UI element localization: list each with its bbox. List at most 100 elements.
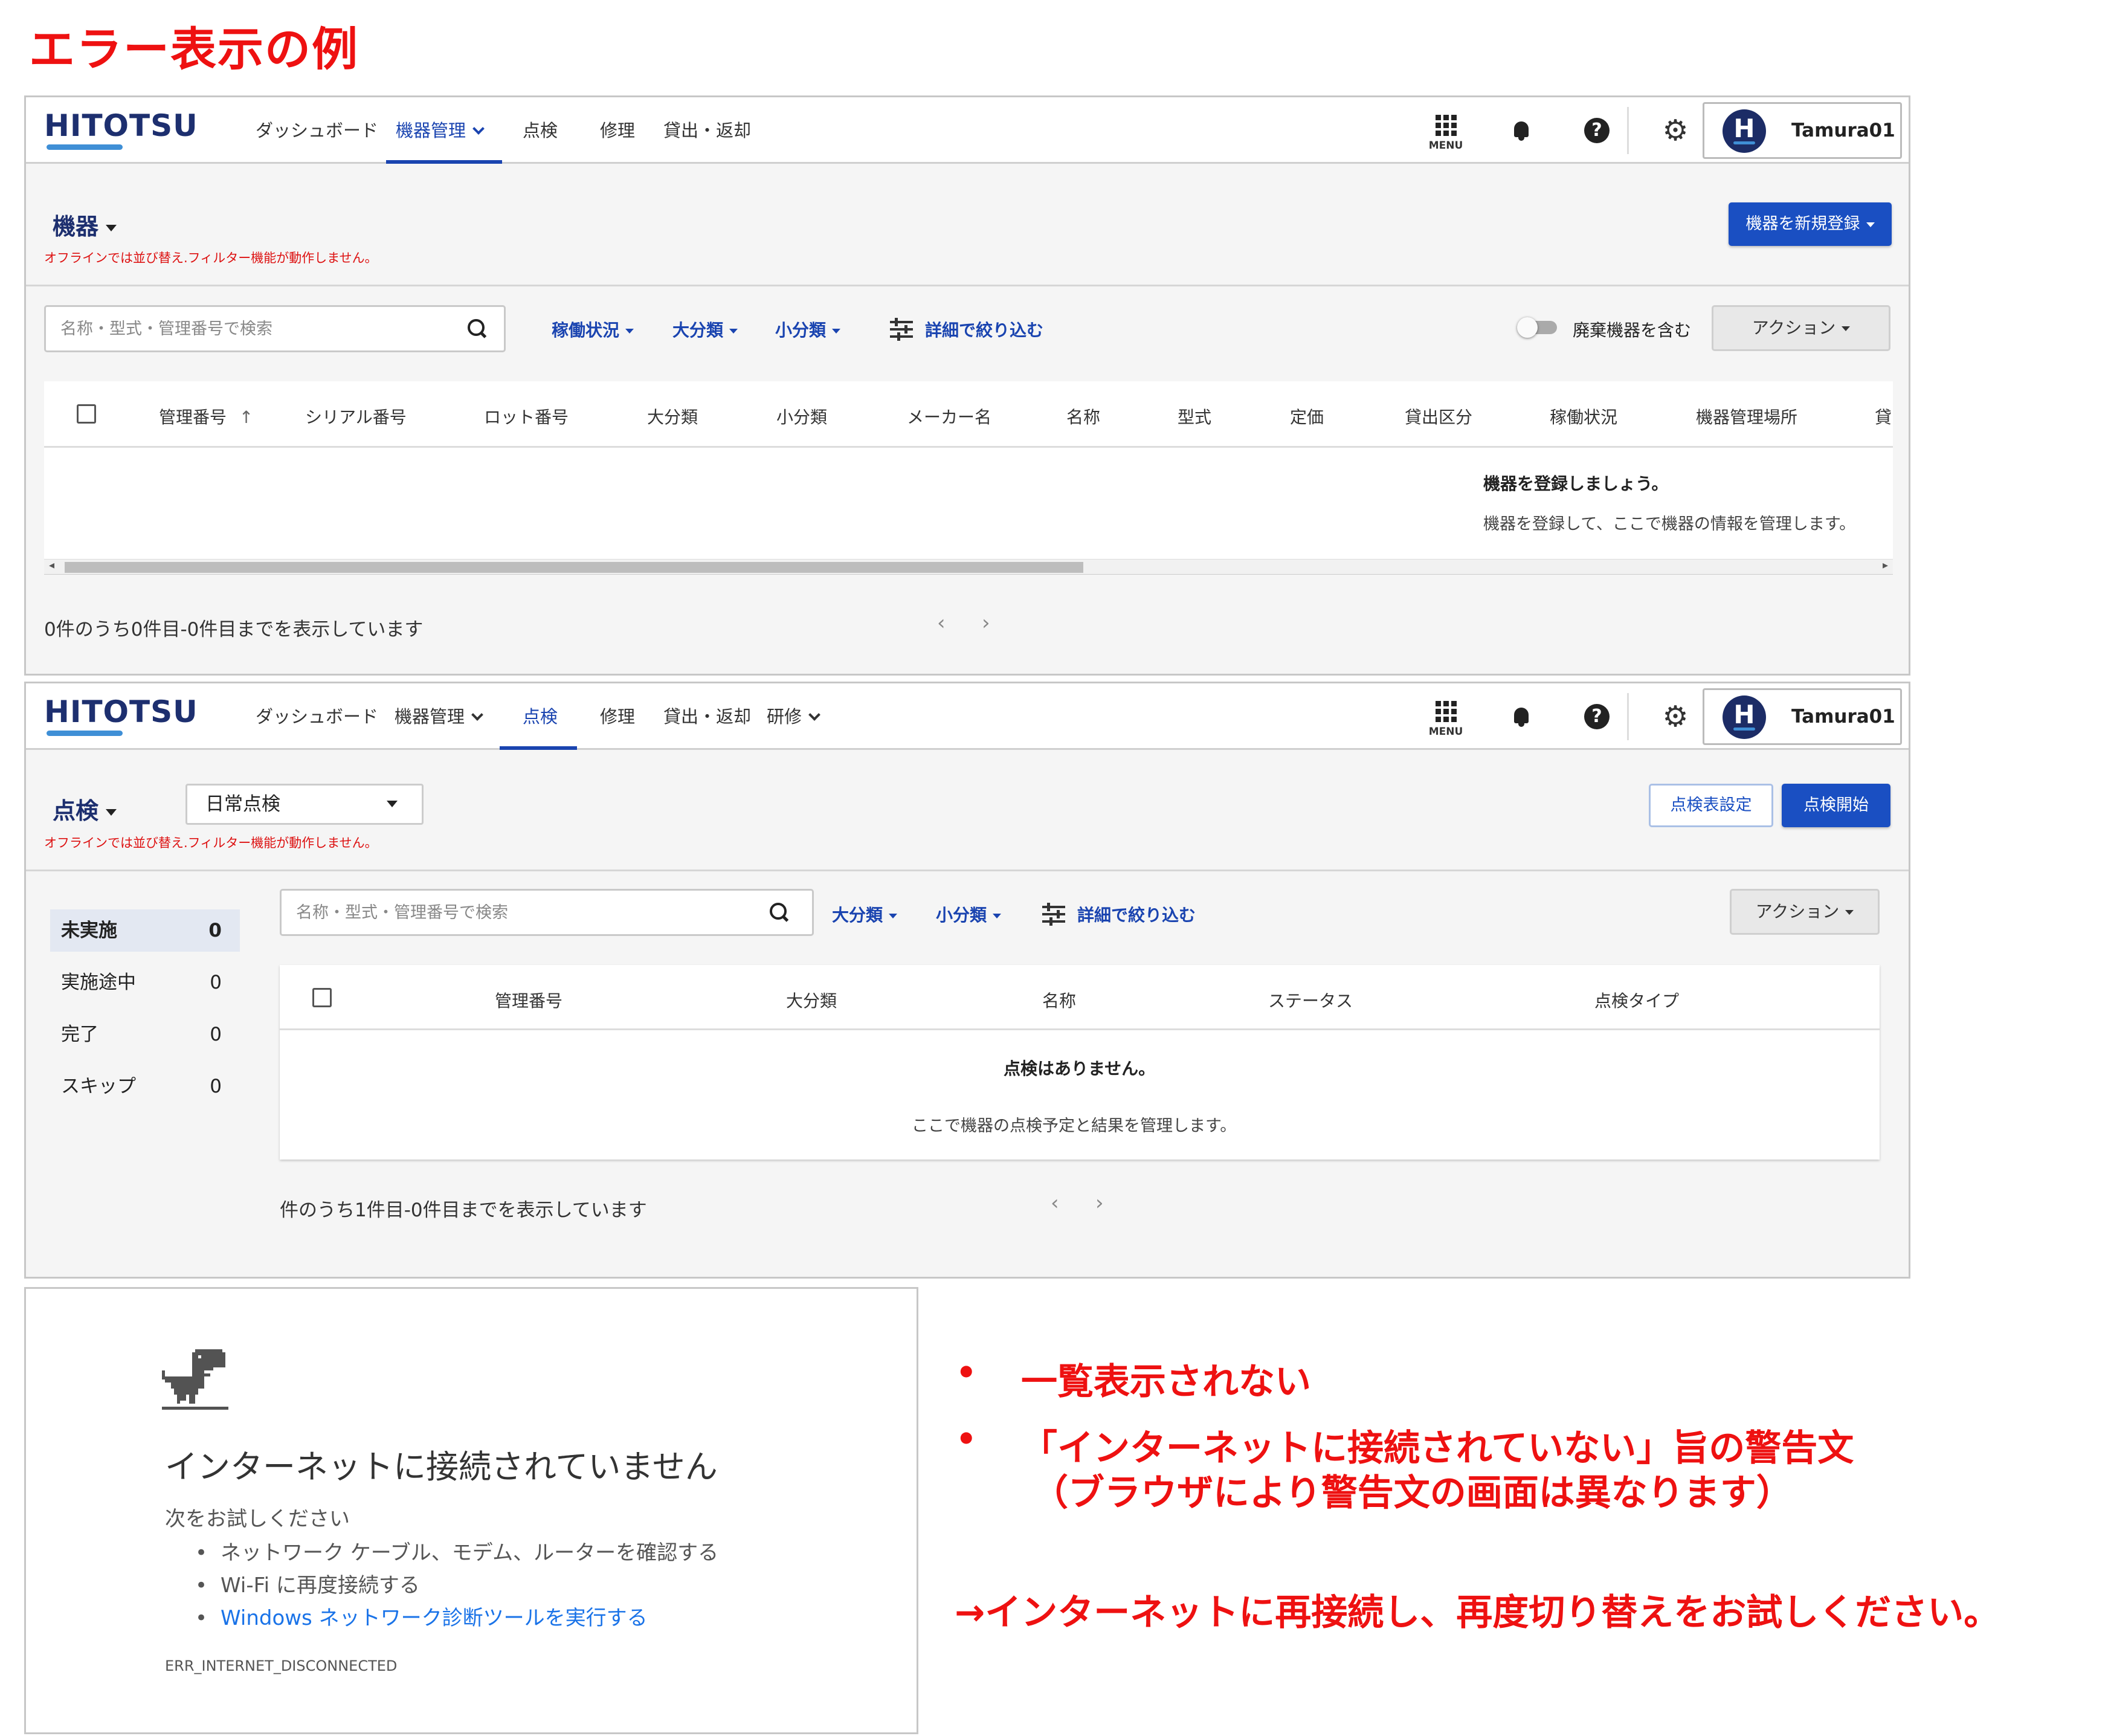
col-list-price[interactable]: 定価: [1290, 404, 1324, 428]
filter-status[interactable]: 稼働状況: [552, 317, 634, 341]
scroll-right-icon[interactable]: ▸: [1883, 559, 1888, 572]
col-status[interactable]: ステータス: [1268, 988, 1353, 1012]
action-button[interactable]: アクション: [1712, 305, 1890, 351]
logo[interactable]: HITOTSU: [44, 108, 198, 143]
col-maker[interactable]: メーカー名: [907, 404, 991, 428]
col-truncated[interactable]: 貸: [1875, 404, 1892, 428]
search-input[interactable]: [296, 891, 721, 934]
search-box[interactable]: [280, 889, 814, 936]
menu-button[interactable]: MENU: [1428, 97, 1464, 164]
prev-page-button[interactable]: ‹: [937, 611, 946, 635]
status-not-started[interactable]: 未実施 0: [50, 909, 240, 952]
offline-error-title: インターネットに接続されていません: [165, 1448, 718, 1486]
col-serial-number[interactable]: シリアル番号: [305, 404, 407, 428]
filter-major-category[interactable]: 大分類: [832, 902, 898, 926]
notifications-button[interactable]: [1503, 97, 1539, 164]
nav-repair[interactable]: 修理: [600, 97, 635, 164]
settings-button[interactable]: ⚙: [1657, 97, 1694, 164]
action-button[interactable]: アクション: [1730, 889, 1880, 935]
status-skipped[interactable]: スキップ 0: [50, 1065, 240, 1108]
col-model[interactable]: 型式: [1178, 404, 1211, 428]
nav-equipment[interactable]: 機器管理: [395, 683, 483, 750]
gear-icon: ⚙: [1662, 700, 1689, 734]
inspection-type-value: 日常点検: [205, 793, 280, 815]
action-label: アクション: [1752, 318, 1836, 338]
filter-minor-category[interactable]: 小分類: [775, 317, 841, 341]
col-inspection-type[interactable]: 点検タイプ: [1594, 988, 1679, 1012]
section-title-text: 機器: [53, 213, 99, 240]
col-major-category[interactable]: 大分類: [647, 404, 698, 428]
select-all-checkbox[interactable]: [77, 404, 96, 424]
bullet: •: [956, 1420, 977, 1458]
nav-inspection[interactable]: 点検: [523, 97, 558, 164]
detail-filter[interactable]: 詳細で絞り込む: [1042, 902, 1196, 926]
status-count: 0: [210, 972, 222, 993]
horizontal-scrollbar[interactable]: ◂ ▸: [44, 559, 1893, 575]
active-tab-indicator: [500, 746, 577, 750]
col-lot-number[interactable]: ロット番号: [484, 404, 569, 428]
register-equipment-label: 機器を新規登録: [1745, 215, 1860, 233]
empty-message: ここで機器の点検予定と結果を管理します。: [912, 1117, 1237, 1135]
status-in-progress[interactable]: 実施途中 0: [50, 961, 240, 1004]
search-input[interactable]: [60, 307, 427, 350]
nav-lending[interactable]: 貸出・返却: [663, 97, 751, 164]
col-name[interactable]: 名称: [1042, 988, 1076, 1012]
nav-lending[interactable]: 貸出・返却: [663, 683, 751, 750]
caret-down-icon: [106, 809, 117, 816]
col-minor-category[interactable]: 小分類: [776, 404, 827, 428]
nav-training[interactable]: 研修: [767, 683, 820, 750]
nav-equipment-label: 機器管理: [395, 706, 465, 727]
nav-repair[interactable]: 修理: [600, 683, 635, 750]
col-lending-type[interactable]: 貸出区分: [1405, 404, 1472, 428]
notifications-button[interactable]: [1503, 683, 1539, 750]
include-disposed-label: 廃棄機器を含む: [1573, 320, 1692, 340]
caret-down-icon: [106, 225, 117, 231]
inspection-sheet-settings-button[interactable]: 点検表設定: [1649, 784, 1773, 827]
include-disposed-toggle[interactable]: [1517, 317, 1559, 338]
help-icon: ?: [1584, 118, 1610, 143]
col-operating-status[interactable]: 稼働状況: [1550, 404, 1617, 428]
status-count: 0: [210, 1076, 222, 1097]
help-button[interactable]: ?: [1579, 97, 1615, 164]
col-management-number[interactable]: 管理番号: [495, 988, 562, 1012]
filter-major-category[interactable]: 大分類: [672, 317, 738, 341]
suggestion-item: ネットワーク ケーブル、モデム、ルーターを確認する: [195, 1537, 718, 1569]
section-title[interactable]: 点検: [53, 792, 117, 825]
search-box[interactable]: [44, 305, 506, 352]
filter-minor-category[interactable]: 小分類: [936, 902, 1002, 926]
menu-button[interactable]: MENU: [1428, 683, 1464, 750]
help-button[interactable]: ?: [1579, 683, 1615, 750]
logo-underline: [47, 144, 123, 150]
nav-dashboard[interactable]: ダッシュボード: [256, 97, 378, 164]
scrollbar-thumb[interactable]: [65, 562, 1083, 573]
search-icon[interactable]: [468, 319, 487, 338]
register-equipment-button[interactable]: 機器を新規登録: [1729, 202, 1892, 246]
network-diagnostics-link[interactable]: Windows ネットワーク診断ツールを実行する: [195, 1602, 718, 1634]
col-management-number[interactable]: 管理番号 ↑: [159, 404, 253, 428]
next-page-button[interactable]: ›: [982, 611, 990, 635]
user-menu[interactable]: H Tamura01: [1703, 688, 1902, 745]
inspection-type-select[interactable]: 日常点検: [185, 784, 424, 825]
status-completed[interactable]: 完了 0: [50, 1013, 240, 1056]
col-name[interactable]: 名称: [1066, 404, 1100, 428]
nav-dashboard[interactable]: ダッシュボード: [256, 683, 378, 750]
detail-filter[interactable]: 詳細で絞り込む: [890, 317, 1043, 341]
scroll-left-icon[interactable]: ◂: [49, 559, 54, 572]
section-title[interactable]: 機器: [53, 208, 117, 241]
next-page-button[interactable]: ›: [1095, 1191, 1104, 1215]
select-all-checkbox[interactable]: [312, 988, 332, 1007]
bell-icon: [1511, 120, 1532, 141]
start-inspection-button[interactable]: 点検開始: [1782, 784, 1890, 827]
pagination-summary: 0件のうち0件目-0件目までを表示しています: [44, 619, 424, 641]
search-icon[interactable]: [770, 903, 789, 922]
logo[interactable]: HITOTSU: [44, 694, 198, 729]
col-location[interactable]: 機器管理場所: [1696, 404, 1797, 428]
nav-inspection[interactable]: 点検: [523, 683, 558, 750]
caret-down-icon: [993, 914, 1002, 918]
nav-equipment[interactable]: 機器管理: [396, 97, 485, 164]
user-menu[interactable]: H Tamura01: [1703, 102, 1902, 159]
prev-page-button[interactable]: ‹: [1051, 1191, 1059, 1215]
status-label: 実施途中: [61, 972, 136, 993]
col-major-category[interactable]: 大分類: [786, 988, 837, 1012]
settings-button[interactable]: ⚙: [1657, 683, 1694, 750]
